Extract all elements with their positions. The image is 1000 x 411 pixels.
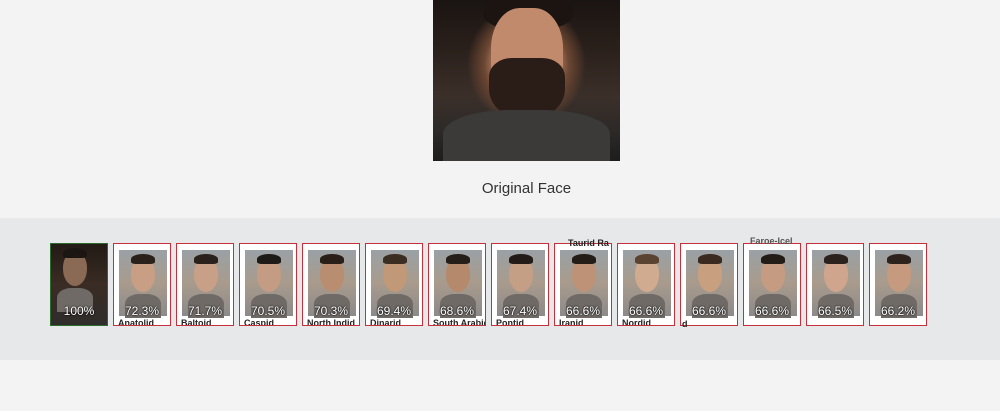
match-thumb[interactable]: 66.6% Nordid bbox=[617, 243, 675, 326]
match-thumb[interactable]: 67.4% Pontid bbox=[491, 243, 549, 326]
thumb-hair bbox=[761, 254, 785, 264]
match-label: North Indid bbox=[307, 318, 355, 326]
thumb-hair bbox=[887, 254, 911, 264]
match-percent: 69.4% bbox=[376, 304, 412, 318]
thumb-hair bbox=[509, 254, 533, 264]
match-thumb[interactable]: 66.6% bbox=[680, 243, 738, 326]
match-percent: 70.5% bbox=[250, 304, 286, 318]
thumb-hair bbox=[446, 254, 470, 264]
thumb-hair bbox=[824, 254, 848, 264]
floating-label-top-b: Faroe-Icel bbox=[750, 236, 793, 246]
original-face-caption: Original Face bbox=[481, 180, 572, 197]
match-label: Nordid bbox=[622, 318, 651, 326]
match-percent: 72.3% bbox=[124, 304, 160, 318]
match-thumb[interactable]: 66.6% bbox=[743, 243, 801, 326]
match-percent: 66.6% bbox=[628, 304, 664, 318]
match-label: Baltoid bbox=[181, 318, 212, 326]
match-label: Pontid bbox=[496, 318, 524, 326]
match-percent: 67.4% bbox=[502, 304, 538, 318]
match-label: Anatolid bbox=[118, 318, 154, 326]
floating-label-below-a: d bbox=[682, 319, 688, 329]
match-percent: 66.5% bbox=[817, 304, 853, 318]
original-face-photo bbox=[433, 0, 620, 161]
match-percent: 70.3% bbox=[313, 304, 349, 318]
match-label: South Arabid bbox=[433, 318, 486, 326]
thumb-hair bbox=[257, 254, 281, 264]
photo-jacket bbox=[443, 110, 610, 161]
match-percent: 66.6% bbox=[754, 304, 790, 318]
thumb-hair bbox=[131, 254, 155, 264]
match-percent: 71.7% bbox=[187, 304, 223, 318]
match-thumb[interactable]: 66.5% bbox=[806, 243, 864, 326]
match-thumb[interactable]: 66.2% bbox=[869, 243, 927, 326]
match-thumb[interactable]: 68.6% South Arabid bbox=[428, 243, 486, 326]
match-thumb[interactable]: 71.7% Baltoid bbox=[176, 243, 234, 326]
match-percent: 66.6% bbox=[565, 304, 601, 318]
match-thumb[interactable]: 70.3% North Indid bbox=[302, 243, 360, 326]
match-percent: 66.6% bbox=[691, 304, 727, 318]
match-thumb[interactable]: 70.5% Caspid bbox=[239, 243, 297, 326]
match-label: Caspid bbox=[244, 318, 275, 326]
match-percent: 68.6% bbox=[439, 304, 475, 318]
match-percent: 66.2% bbox=[880, 304, 916, 318]
match-thumb[interactable]: 69.4% Dinarid bbox=[365, 243, 423, 326]
floating-label-top-a: Taurid Ra bbox=[568, 238, 609, 248]
match-thumb-original[interactable]: 100% bbox=[50, 243, 108, 326]
match-percent: 100% bbox=[63, 304, 95, 318]
thumb-hair bbox=[320, 254, 344, 264]
match-label: Iranid bbox=[559, 318, 584, 326]
thumb-hair bbox=[63, 248, 87, 258]
match-thumb[interactable]: 72.3% Anatolid bbox=[113, 243, 171, 326]
thumb-hair bbox=[635, 254, 659, 264]
match-label: Dinarid bbox=[370, 318, 402, 326]
match-thumb[interactable]: 66.6% Iranid bbox=[554, 243, 612, 326]
thumb-hair bbox=[383, 254, 407, 264]
thumb-hair bbox=[194, 254, 218, 264]
thumb-hair bbox=[572, 254, 596, 264]
thumb-hair bbox=[698, 254, 722, 264]
